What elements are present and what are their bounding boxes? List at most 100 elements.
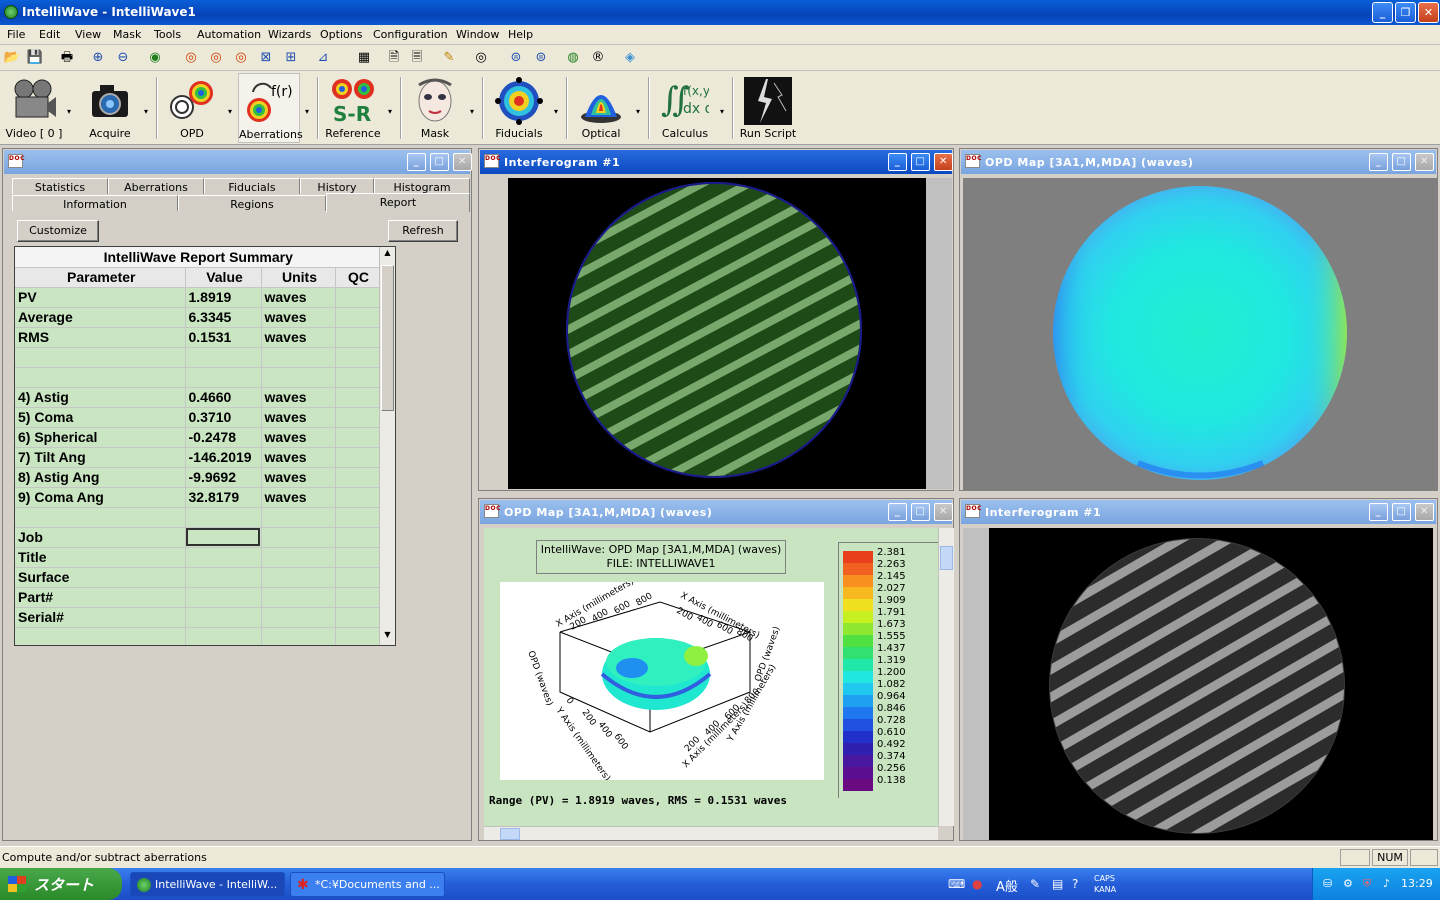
opd-3d-vscroll-thumb[interactable] [940,546,953,570]
document-icon[interactable]: 🗎 [385,49,403,67]
value-cell[interactable]: 1.8919 [185,287,262,308]
interferogram-close-button[interactable]: ✕ [934,153,953,171]
clock[interactable]: 13:29 [1401,877,1433,890]
fringe2-icon[interactable]: ⊜ [532,49,550,67]
units-cell[interactable] [261,347,336,368]
opd-3d-maximize-button[interactable]: □ [911,503,930,521]
opd-button[interactable]: OPD [164,73,220,143]
opd-3d-hscroll-thumb[interactable] [500,828,520,840]
table-row[interactable]: Surface [15,567,380,588]
parameter-cell[interactable]: 4) Astig [15,387,186,408]
qc-cell[interactable] [335,447,380,468]
menu-file[interactable]: File [7,28,25,41]
column-header-value[interactable]: Value [185,267,262,288]
value-cell[interactable] [185,347,262,368]
fringe-icon[interactable]: ⊜ [507,49,525,67]
zoom-in-icon[interactable]: ⊕ [89,49,107,67]
units-cell[interactable]: waves [261,287,336,308]
qc-cell[interactable] [335,627,380,645]
fiducials-button[interactable]: Fiducials [490,73,548,143]
qc-cell[interactable] [335,327,380,348]
report-maximize-button[interactable]: □ [430,153,449,171]
opd-map-titlebar[interactable]: DOC OPD Map [3A1,M,MDA] (waves) _ □ ✕ [961,150,1436,174]
close-button[interactable]: ✕ [1418,2,1439,23]
table-row[interactable]: 6) Spherical -0.2478 waves [15,427,380,448]
report-panel-titlebar[interactable]: DOC _ □ ✕ [4,150,472,174]
tab-statistics[interactable]: Statistics [12,178,108,194]
opd-dropdown-icon[interactable]: ▾ [228,107,232,116]
value-cell[interactable] [185,627,262,645]
restore-button[interactable]: ❐ [1395,2,1416,23]
parameter-cell[interactable]: Job [15,527,186,548]
qc-cell[interactable] [335,287,380,308]
interferogram2-close-button[interactable]: ✕ [1415,503,1434,521]
table-row[interactable]: Job [15,527,380,548]
qc-cell[interactable] [335,347,380,368]
opd-map-view[interactable] [963,178,1438,491]
reference-dropdown-icon[interactable]: ▾ [388,107,392,116]
calculus-dropdown-icon[interactable]: ▾ [720,107,724,116]
table-row[interactable] [15,507,380,528]
minimize-button[interactable]: _ [1372,2,1393,23]
optical-button[interactable]: Optical [572,73,630,143]
aberrations-dropdown-icon[interactable]: ▾ [305,107,309,116]
qc-cell[interactable] [335,427,380,448]
report-summary-grid[interactable]: IntelliWave Report Summary Parameter Val… [14,246,396,646]
measure-icon[interactable]: ⊿ [314,49,332,67]
table-row[interactable]: 4) Astig 0.4660 waves [15,387,380,408]
opd-3d-view[interactable]: IntelliWave: OPD Map [3A1,M,MDA] (waves)… [484,528,938,826]
fiducials-dropdown-icon[interactable]: ▾ [554,107,558,116]
column-header-parameter[interactable]: Parameter [15,267,186,288]
customize-button[interactable]: Customize [17,220,99,242]
parameter-cell[interactable] [15,367,186,388]
report-scrollbar[interactable]: ▲ ▼ [379,247,395,645]
acquire-button[interactable]: Acquire [80,73,140,143]
units-cell[interactable]: waves [261,307,336,328]
units-cell[interactable]: waves [261,467,336,488]
usb-icon[interactable]: ⚙ [1343,877,1353,890]
keyboard-icon[interactable]: ⌨ [948,877,965,891]
acquire-dropdown-icon[interactable]: ▾ [144,107,148,116]
save-icon[interactable]: 💾 [26,49,44,67]
report-close-button[interactable]: ✕ [453,153,472,171]
colormap3-icon[interactable]: ◎ [232,49,250,67]
table-row[interactable]: 8) Astig Ang -9.9692 waves [15,467,380,488]
parameter-cell[interactable]: Average [15,307,186,328]
tab-history[interactable]: History [300,178,374,194]
value-cell[interactable] [185,507,262,528]
value-cell[interactable]: 6.3345 [185,307,262,328]
tab-report[interactable]: Report [326,193,470,212]
value-cell[interactable] [185,367,262,388]
parameter-cell[interactable] [15,347,186,368]
video-button[interactable]: Video [ 0 ] [3,73,65,143]
parameter-cell[interactable]: PV [15,287,186,308]
tab-aberrations[interactable]: Aberrations [108,178,204,194]
menu-mask[interactable]: Mask [113,28,141,41]
parameter-cell[interactable]: 8) Astig Ang [15,467,186,488]
table-row[interactable]: Serial# [15,607,380,628]
parameter-cell[interactable]: 6) Spherical [15,427,186,448]
parameter-cell[interactable]: Serial# [15,607,186,628]
opd-map-maximize-button[interactable]: □ [1392,153,1411,171]
units-cell[interactable] [261,367,336,388]
table-row[interactable]: 7) Tilt Ang -146.2019 waves [15,447,380,468]
menu-automation[interactable]: Automation [197,28,261,41]
opd-map-icon[interactable]: ◉ [146,49,164,67]
volume-icon[interactable]: ♪ [1383,877,1390,890]
table-row[interactable]: Part# [15,587,380,608]
opd-3d-vscroll[interactable] [938,528,954,826]
units-cell[interactable] [261,587,336,608]
interferogram2-titlebar[interactable]: DOC Interferogram #1 _ □ ✕ [961,500,1436,524]
taskbar-item-intelliwave[interactable]: IntelliWave - IntelliW... [130,872,285,897]
table-row[interactable] [15,367,380,388]
interferogram-view[interactable] [508,178,952,489]
qc-cell[interactable] [335,487,380,508]
opd-3d-minimize-button[interactable]: _ [888,503,907,521]
qc-cell[interactable] [335,307,380,328]
menu-help[interactable]: Help [508,28,533,41]
optical-dropdown-icon[interactable]: ▾ [636,107,640,116]
units-cell[interactable]: waves [261,487,336,508]
units-cell[interactable] [261,627,336,645]
target-icon[interactable]: ◎ [472,49,490,67]
interferogram2-view[interactable] [989,528,1433,840]
